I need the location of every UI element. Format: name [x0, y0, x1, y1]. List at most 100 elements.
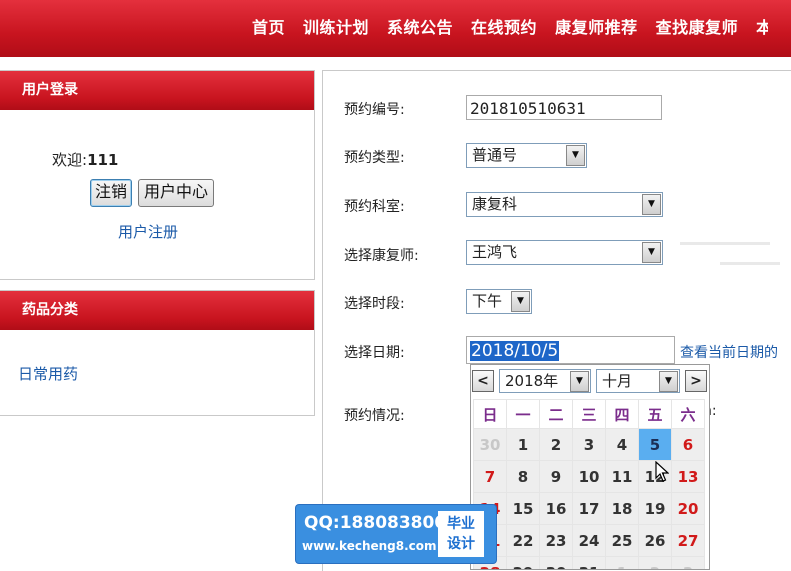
calendar-day[interactable]: 22: [506, 524, 540, 557]
chevron-down-icon[interactable]: ▼: [511, 291, 530, 312]
top-nav-bar: 首页 训练计划 系统公告 在线预约 康复师推荐 查找康复师本: [0, 0, 791, 57]
chevron-down-icon[interactable]: ▼: [566, 145, 585, 166]
nav-announcements[interactable]: 系统公告: [387, 14, 453, 38]
calendar-day[interactable]: 3: [671, 556, 705, 569]
calendar-week-row: 7 8 9 10 11 12 13: [473, 460, 705, 493]
next-month-button[interactable]: >: [685, 370, 707, 392]
date-picker-popup: < 2018年 ▼ 十月 ▼ > 日一二三四五六 30 1 2 3 4 5 6 7 8 9 10 11 1…: [470, 364, 710, 570]
department-value: 康复科: [472, 195, 518, 213]
calendar-day[interactable]: 15: [506, 492, 540, 525]
calendar-day[interactable]: 31: [572, 556, 606, 569]
calendar-day[interactable]: 30: [539, 556, 573, 569]
calendar-day[interactable]: 23: [539, 524, 573, 557]
calendar-day[interactable]: 18: [605, 492, 639, 525]
chevron-down-icon[interactable]: ▼: [570, 371, 589, 392]
username: 111: [87, 151, 119, 169]
calendar-day[interactable]: 4: [605, 428, 639, 461]
calendar-day[interactable]: 13: [671, 460, 705, 493]
booking-no-label: 预约编号:: [344, 102, 405, 118]
chevron-down-icon[interactable]: ▼: [659, 371, 678, 392]
weekday-header: 五: [638, 399, 672, 429]
booking-type-value: 普通号: [472, 146, 518, 164]
calendar-day[interactable]: 17: [572, 492, 606, 525]
user-center-button[interactable]: 用户中心: [138, 179, 214, 207]
date-picker-header: < 2018年 ▼ 十月 ▼ >: [471, 365, 709, 397]
time-slot-select[interactable]: 下午 ▼: [466, 289, 532, 314]
calendar-week-row: 30 1 2 3 4 5 6: [473, 428, 705, 461]
department-label: 预约科室:: [344, 199, 405, 215]
date-input[interactable]: 2018/10/5: [466, 336, 675, 364]
prev-month-button[interactable]: <: [472, 370, 494, 392]
nav-overflow-item[interactable]: 本: [756, 14, 768, 38]
calendar-day[interactable]: 26: [638, 524, 672, 557]
calendar-day[interactable]: 7: [473, 460, 507, 493]
watermark-badge: QQ:188083800 www.kecheng8.com 毕业 设计: [296, 505, 496, 563]
year-value: 2018年: [505, 372, 559, 390]
category-item-daily-medicine[interactable]: 日常用药: [18, 363, 78, 384]
medicine-category-panel: 药品分类 日常用药: [0, 290, 315, 416]
department-select[interactable]: 康复科 ▼: [466, 192, 663, 217]
weekday-header-row: 日一二三四五六: [473, 399, 705, 429]
nav-therapist-recommend[interactable]: 康复师推荐: [555, 14, 638, 38]
watermark-tag-line1: 毕业: [447, 516, 475, 532]
category-panel-title: 药品分类: [0, 291, 314, 330]
calendar-day[interactable]: 25: [605, 524, 639, 557]
time-slot-value: 下午: [472, 292, 503, 310]
nav-home[interactable]: 首页: [252, 14, 285, 38]
calendar-week-row: 21222324252627: [473, 524, 705, 557]
check-date-availability-link[interactable]: 查看当前日期的: [680, 342, 778, 362]
nav-online-booking[interactable]: 在线预约: [471, 14, 537, 38]
year-select[interactable]: 2018年 ▼: [499, 369, 591, 393]
watermark-url: www.kecheng8.com: [302, 539, 437, 553]
nav-find-therapist[interactable]: 查找康复师: [656, 14, 739, 38]
calendar-day[interactable]: 16: [539, 492, 573, 525]
calendar-day[interactable]: 5: [638, 428, 672, 461]
booking-no-field[interactable]: 201810510631: [466, 95, 662, 120]
calendar-day[interactable]: 1: [605, 556, 639, 569]
calendar-day[interactable]: 6: [671, 428, 705, 461]
calendar-day[interactable]: 29: [506, 556, 540, 569]
calendar-day[interactable]: 2: [539, 428, 573, 461]
calendar-grid: 日一二三四五六301234567891011121314151617181920…: [473, 399, 705, 569]
booking-status-label: 预约情况:: [344, 408, 405, 424]
chevron-down-icon[interactable]: ▼: [642, 242, 661, 263]
weekday-header: 二: [539, 399, 573, 429]
time-slot-label: 选择时段:: [344, 296, 405, 312]
calendar-day[interactable]: 24: [572, 524, 606, 557]
calendar-day[interactable]: 2: [638, 556, 672, 569]
main-nav: 首页 训练计划 系统公告 在线预约 康复师推荐 查找康复师本: [252, 14, 768, 38]
calendar-day[interactable]: 9: [539, 460, 573, 493]
month-select[interactable]: 十月 ▼: [596, 369, 680, 393]
date-value: 2018/10/5: [470, 341, 560, 361]
mouse-cursor-icon: [655, 461, 669, 482]
chevron-down-icon[interactable]: ▼: [642, 194, 661, 215]
therapist-select[interactable]: 王鸿飞 ▼: [466, 240, 663, 265]
watermark-tag: 毕业 设计: [438, 511, 484, 557]
register-link[interactable]: 用户注册: [118, 221, 178, 242]
calendar-day[interactable]: 8: [506, 460, 540, 493]
calendar-day[interactable]: 3: [572, 428, 606, 461]
month-value: 十月: [602, 372, 633, 390]
login-panel: 用户登录 欢迎:111 注销 用户中心 用户注册: [0, 70, 315, 280]
calendar-day[interactable]: 11: [605, 460, 639, 493]
calendar-day[interactable]: 19: [638, 492, 672, 525]
calendar-day[interactable]: 10: [572, 460, 606, 493]
weekday-header: 四: [605, 399, 639, 429]
therapist-label: 选择康复师:: [344, 248, 419, 264]
booking-type-label: 预约类型:: [344, 150, 405, 166]
booking-type-select[interactable]: 普通号 ▼: [466, 143, 587, 168]
calendar-day[interactable]: 20: [671, 492, 705, 525]
weekday-header: 三: [572, 399, 606, 429]
calendar-day[interactable]: 30: [473, 428, 507, 461]
calendar-day[interactable]: 1: [506, 428, 540, 461]
nav-training-plan[interactable]: 训练计划: [303, 14, 369, 38]
therapist-value: 王鸿飞: [472, 243, 518, 261]
welcome-label: 欢迎:: [52, 151, 88, 169]
weekday-header: 一: [506, 399, 540, 429]
login-panel-title: 用户登录: [0, 71, 314, 110]
watermark-tag-line2: 设计: [447, 536, 475, 552]
logout-button[interactable]: 注销: [90, 179, 132, 207]
calendar-day[interactable]: 27: [671, 524, 705, 557]
weekday-header: 日: [473, 399, 507, 429]
weekday-header: 六: [671, 399, 705, 429]
